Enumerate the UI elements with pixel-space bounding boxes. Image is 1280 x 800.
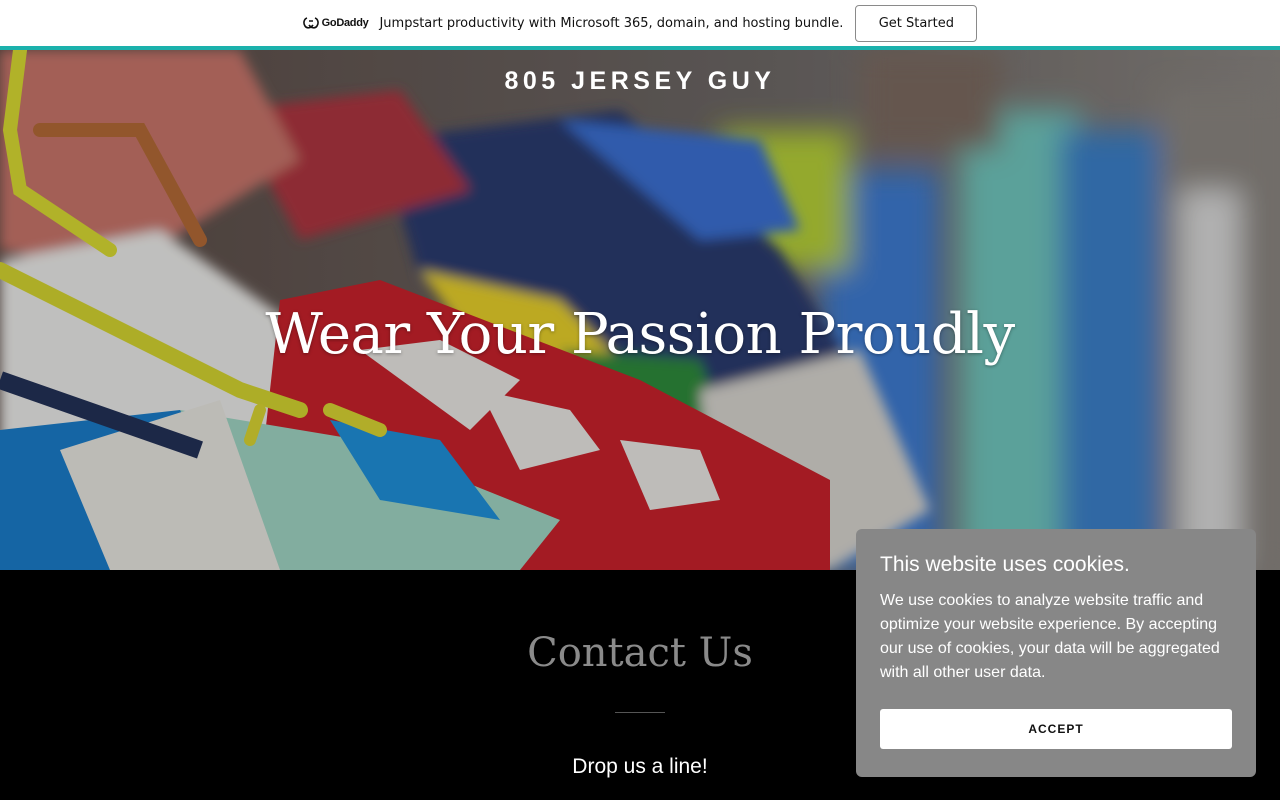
godaddy-logo[interactable]: GoDaddy bbox=[302, 16, 369, 30]
promo-message: Jumpstart productivity with Microsoft 36… bbox=[379, 15, 844, 31]
promo-bar: GoDaddy Jumpstart productivity with Micr… bbox=[0, 0, 1280, 46]
accept-cookies-button[interactable]: ACCEPT bbox=[880, 709, 1232, 749]
contact-divider bbox=[615, 712, 665, 713]
get-started-button[interactable]: Get Started bbox=[855, 4, 978, 42]
cookie-message: We use cookies to analyze website traffi… bbox=[880, 592, 1220, 681]
godaddy-icon bbox=[302, 17, 319, 29]
cookie-banner: This website uses cookies. We use cookie… bbox=[856, 529, 1256, 777]
cookie-title: This website uses cookies. bbox=[880, 553, 1130, 576]
hero-section: 805 JERSEY GUY Wear Your Passion Proudly bbox=[0, 50, 1280, 570]
site-title[interactable]: 805 JERSEY GUY bbox=[0, 67, 1280, 96]
godaddy-logo-text: GoDaddy bbox=[321, 17, 369, 29]
hero-headline: Wear Your Passion Proudly bbox=[265, 302, 1015, 367]
